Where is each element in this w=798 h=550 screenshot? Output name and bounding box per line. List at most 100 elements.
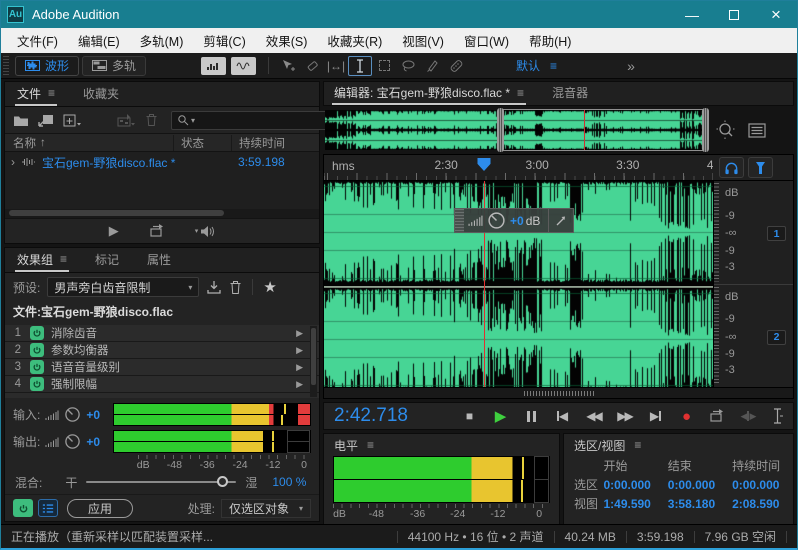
power-icon[interactable]: [30, 326, 44, 340]
view-duration[interactable]: 2:08.590: [732, 497, 787, 511]
column-duration[interactable]: 持续时间: [231, 135, 319, 151]
chevron-overflow-icon[interactable]: »: [627, 58, 633, 74]
waveform-display[interactable]: +0 dB: [324, 181, 713, 387]
pin-icon[interactable]: [555, 215, 567, 227]
playhead-marker[interactable]: [478, 158, 491, 171]
pause-button[interactable]: [516, 411, 547, 422]
chevron-right-icon[interactable]: ▶: [296, 379, 303, 390]
menu-clip[interactable]: 剪辑(C): [193, 31, 255, 50]
close-button[interactable]: ×: [755, 1, 797, 28]
spectral-pitch-button[interactable]: [231, 57, 256, 75]
files-hscrollbar-thumb[interactable]: [9, 210, 224, 216]
tab-mixer[interactable]: 混音器: [550, 82, 590, 105]
selection-start[interactable]: 0:00.000: [603, 478, 658, 492]
clip-indicator[interactable]: [298, 404, 310, 414]
expand-icon[interactable]: ›: [11, 155, 15, 169]
open-file-button[interactable]: [13, 114, 29, 127]
hscrollbar-thumb[interactable]: [524, 391, 594, 396]
skip-selection-button[interactable]: ◀▶: [733, 411, 764, 422]
menu-help[interactable]: 帮助(H): [519, 31, 581, 50]
skip-to-start-button[interactable]: ◀: [547, 409, 578, 423]
clip-indicator[interactable]: [298, 415, 310, 425]
waveform-view-button[interactable]: 波形: [15, 56, 79, 76]
waveform-hscrollbar[interactable]: [324, 387, 793, 398]
slip-tool[interactable]: |↔|: [324, 56, 348, 76]
panel-menu-button[interactable]: [748, 123, 766, 138]
channel-2-badge[interactable]: 2: [767, 330, 786, 345]
tab-properties[interactable]: 属性: [145, 248, 173, 272]
view-range-left-handle[interactable]: [497, 108, 504, 152]
power-icon[interactable]: [30, 377, 44, 391]
delete-file-button[interactable]: [145, 113, 158, 127]
workspace-menu-icon[interactable]: ≡: [550, 59, 557, 73]
effects-vscrollbar[interactable]: [310, 326, 317, 397]
files-hscrollbar[interactable]: [5, 209, 319, 218]
gain-knob[interactable]: [64, 433, 81, 450]
view-range-box[interactable]: [499, 109, 707, 151]
view-range-right-handle[interactable]: [702, 108, 709, 152]
import-file-button[interactable]: [38, 114, 54, 127]
power-icon[interactable]: [30, 360, 44, 374]
play-button[interactable]: ▶: [485, 407, 516, 425]
rack-power-button[interactable]: [13, 499, 33, 517]
apply-button[interactable]: 应用: [67, 499, 133, 518]
tab-effects-rack[interactable]: 效果组 ≡: [15, 248, 69, 272]
menu-window[interactable]: 窗口(W): [454, 31, 519, 50]
time-display[interactable]: 2:42.718: [334, 405, 408, 427]
tab-markers[interactable]: 标记: [93, 248, 121, 272]
panel-menu-icon[interactable]: ≡: [367, 438, 374, 452]
tab-favorites[interactable]: 收藏夹: [81, 82, 121, 106]
menu-favorites[interactable]: 收藏夹(R): [317, 31, 392, 50]
effect-slot[interactable]: 1 消除齿音 ▶: [5, 325, 319, 342]
spot-healing-tool[interactable]: [444, 56, 468, 76]
view-end[interactable]: 3:58.180: [668, 497, 723, 511]
mix-value[interactable]: 100 %: [272, 475, 306, 489]
selection-duration[interactable]: 0:00.000: [732, 478, 787, 492]
selection-end[interactable]: 0:00.000: [668, 478, 723, 492]
search-dropdown-icon[interactable]: ▾: [191, 116, 195, 125]
skip-to-end-button[interactable]: ▶: [640, 409, 671, 423]
hud-grip[interactable]: [455, 209, 464, 232]
menu-multitrack[interactable]: 多轨(M): [130, 31, 194, 50]
mix-slider[interactable]: [86, 481, 236, 483]
move-tool[interactable]: [276, 56, 300, 76]
new-file-button[interactable]: [63, 114, 82, 127]
preview-play-button[interactable]: ▶: [109, 223, 119, 239]
favorite-star-icon[interactable]: ★: [263, 278, 276, 296]
chevron-right-icon[interactable]: ▶: [296, 345, 303, 356]
tab-files[interactable]: 文件 ≡: [15, 82, 57, 106]
maximize-button[interactable]: [713, 1, 755, 28]
channel-1-badge[interactable]: 1: [767, 226, 786, 241]
search-input[interactable]: [197, 114, 339, 126]
channel-2-waveform[interactable]: [324, 288, 713, 390]
rewind-button[interactable]: ◀◀: [578, 409, 609, 423]
minimize-button[interactable]: —: [671, 1, 713, 28]
marquee-selection-tool[interactable]: [372, 56, 396, 76]
workspace-label[interactable]: 默认: [516, 57, 540, 74]
loop-preview-button[interactable]: [149, 224, 165, 238]
toolbar-grip[interactable]: [3, 56, 9, 76]
input-gain-value[interactable]: +0: [86, 408, 108, 422]
column-name[interactable]: 名称↑: [5, 135, 173, 151]
effects-vscrollbar-thumb[interactable]: [311, 328, 316, 385]
process-select[interactable]: 仅选区对象 ▾: [221, 499, 311, 518]
multitrack-view-button[interactable]: 多轨: [82, 56, 146, 76]
zoom-ibeam-button[interactable]: [772, 408, 783, 424]
razor-tool[interactable]: [300, 56, 324, 76]
insert-multitrack-button[interactable]: [117, 113, 136, 127]
time-selection-tool[interactable]: [348, 56, 372, 76]
view-start[interactable]: 1:49.590: [603, 497, 658, 511]
chevron-right-icon[interactable]: ▶: [296, 362, 303, 373]
marker-button[interactable]: [748, 157, 773, 178]
effect-slot[interactable]: 4 强制限幅 ▶: [5, 376, 319, 393]
column-status[interactable]: 状态: [173, 135, 231, 151]
stop-button[interactable]: ■: [454, 409, 485, 423]
zoom-navigate-button[interactable]: [716, 120, 736, 140]
fast-forward-button[interactable]: ▶▶: [609, 409, 640, 423]
output-gain-value[interactable]: +0: [86, 435, 108, 449]
mix-slider-thumb[interactable]: [217, 476, 228, 487]
solo-monitor-button[interactable]: [719, 157, 744, 178]
effect-slot[interactable]: 3 语音音量级别 ▶: [5, 359, 319, 376]
menu-edit[interactable]: 编辑(E): [68, 31, 130, 50]
menu-effects[interactable]: 效果(S): [256, 31, 318, 50]
